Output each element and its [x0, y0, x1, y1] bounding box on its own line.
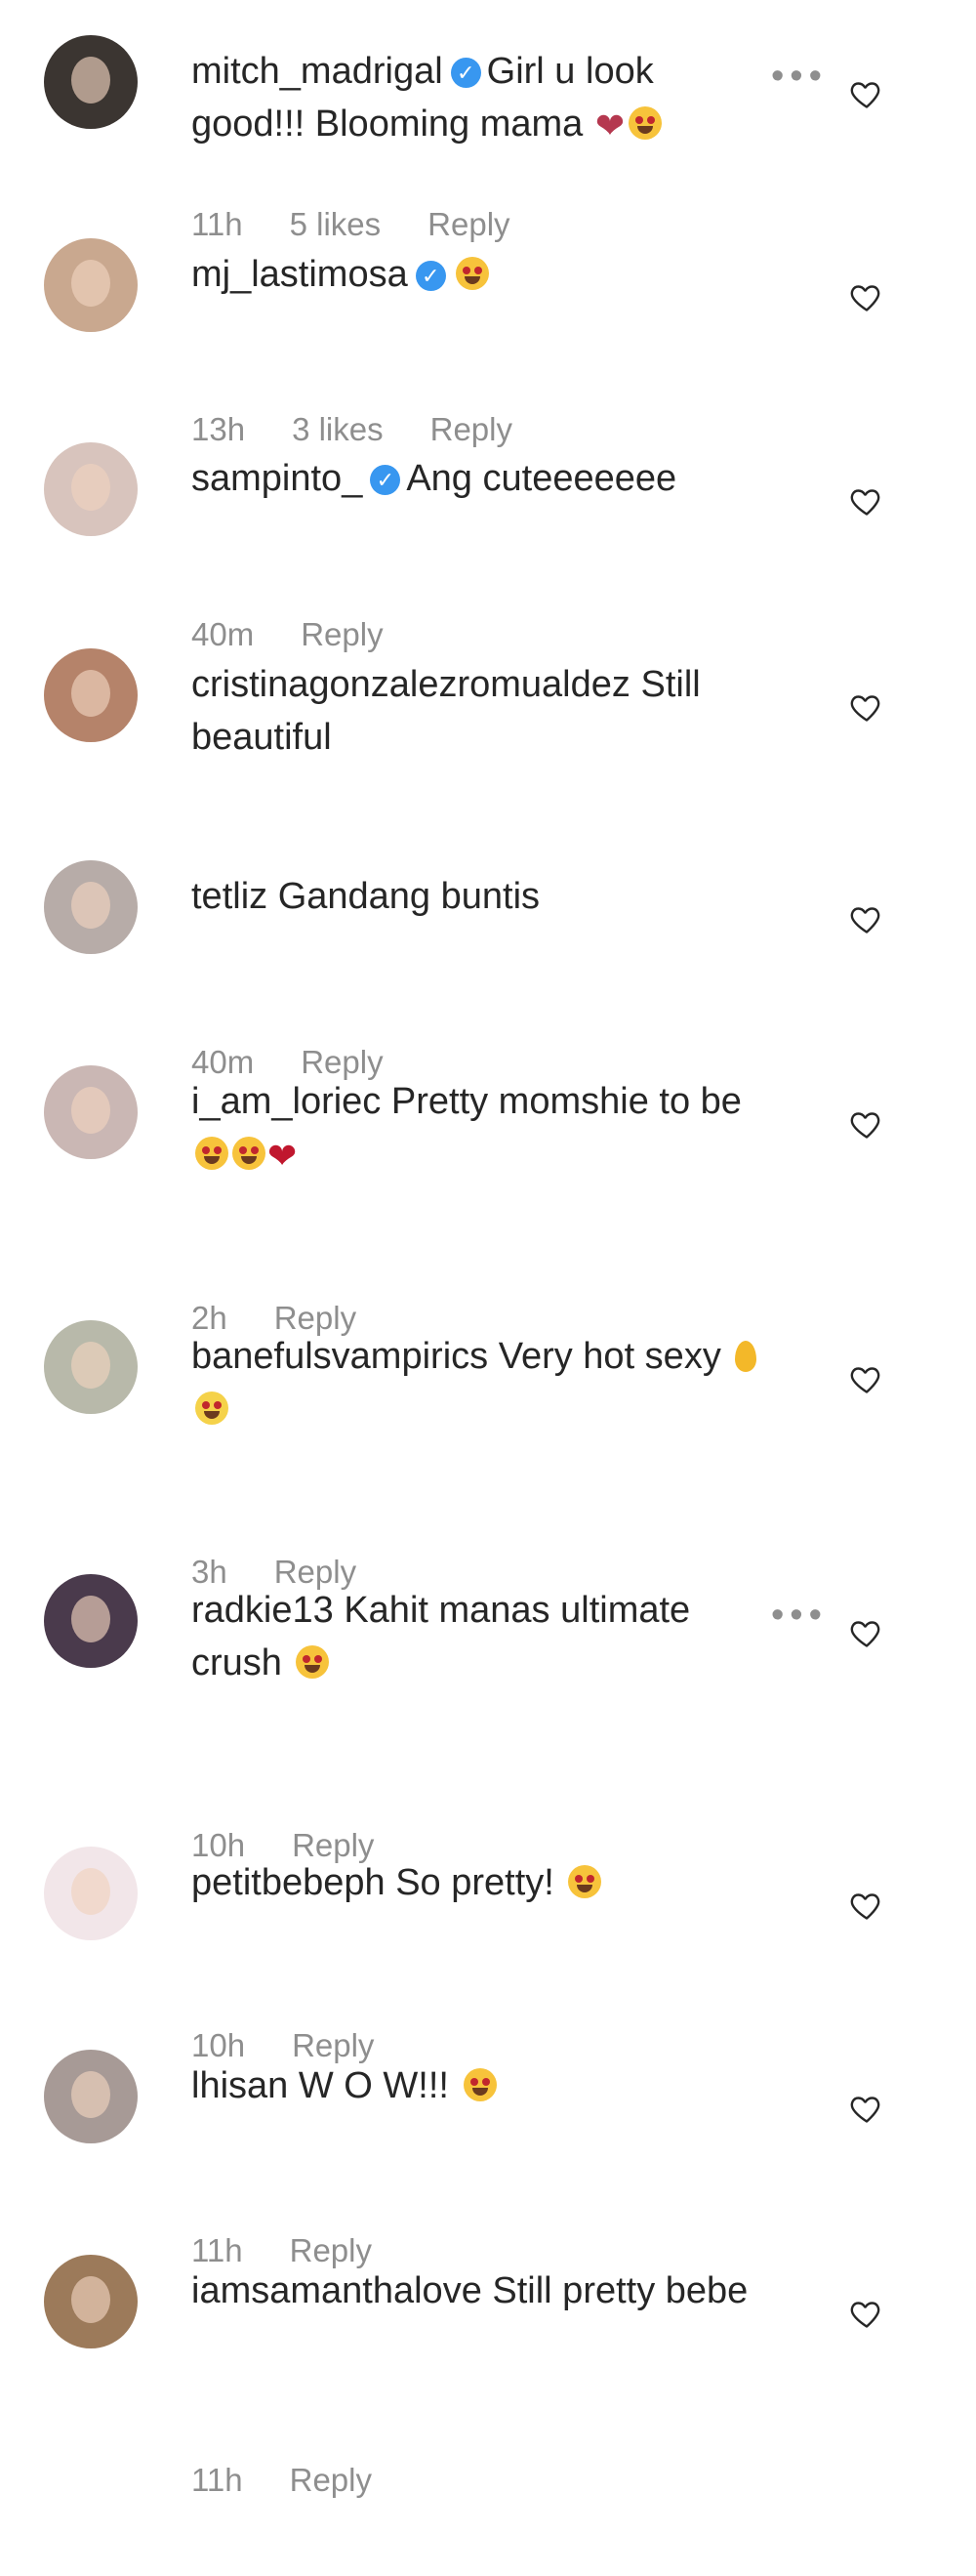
comment-body: iamsamanthalove Still pretty bebe	[191, 2264, 757, 2317]
comment-body: mj_lastimosa ✓	[191, 248, 757, 301]
comment-text: Ang cuteeeeeee	[406, 458, 677, 499]
comment-body: radkie13 Kahit manas ultimate crush	[191, 1584, 757, 1689]
avatar[interactable]	[44, 1847, 138, 1940]
verified-badge-icon: ✓	[370, 465, 401, 495]
comment-time[interactable]: 40m	[191, 616, 254, 652]
username[interactable]: iamsamanthalove	[191, 2270, 482, 2311]
comment-time[interactable]: 11h	[191, 206, 243, 242]
avatar[interactable]	[44, 238, 138, 332]
comment-meta: 11h Reply	[191, 2461, 419, 2500]
comment-time[interactable]: 11h	[191, 2232, 243, 2268]
comment-text: So pretty!	[395, 1862, 554, 1903]
heart-outline-icon[interactable]	[849, 2091, 884, 2126]
username[interactable]: lhisan	[191, 2065, 288, 2106]
reply-button[interactable]: Reply	[430, 411, 512, 447]
comment-text: Pretty momshie to be	[390, 1081, 742, 1122]
avatar[interactable]	[44, 1320, 138, 1414]
username[interactable]: cristinagonzalezromualdez	[191, 664, 630, 705]
heart-outline-icon[interactable]	[849, 1615, 884, 1650]
avatar[interactable]	[44, 648, 138, 742]
verified-badge-icon: ✓	[415, 261, 446, 291]
smiling-face-emoji	[463, 2068, 497, 2101]
username[interactable]: petitbebeph	[191, 1862, 386, 1903]
heart-outline-icon[interactable]	[849, 2296, 884, 2331]
reply-button[interactable]: Reply	[290, 2462, 372, 2498]
heart-outline-icon[interactable]	[849, 76, 884, 111]
comment-time[interactable]: 11h	[191, 2462, 243, 2498]
heart-outline-icon[interactable]	[849, 689, 884, 725]
comment-body: banefulsvampirics Very hot sexy	[191, 1330, 757, 1435]
heart-outline-icon[interactable]	[849, 901, 884, 936]
comment-body: cristinagonzalezromualdez Still beautifu…	[191, 658, 757, 764]
username[interactable]: i_am_loriec	[191, 1081, 381, 1122]
reply-button[interactable]: Reply	[290, 2232, 372, 2268]
avatar[interactable]	[44, 35, 138, 129]
avatar[interactable]	[44, 860, 138, 954]
likes-count[interactable]: 5 likes	[290, 206, 382, 242]
more-options-icon[interactable]: •••	[771, 58, 828, 95]
likes-count[interactable]: 3 likes	[292, 411, 384, 447]
smiling-face-emoji	[568, 1865, 602, 1898]
comment-time[interactable]: 13h	[191, 411, 245, 447]
comment-time[interactable]: 10h	[191, 2027, 245, 2063]
verified-badge-icon: ✓	[450, 58, 481, 88]
heart-outline-icon[interactable]	[849, 1361, 884, 1396]
username[interactable]: radkie13	[191, 1590, 334, 1631]
heart-outline-icon[interactable]	[849, 1888, 884, 1923]
avatar[interactable]	[44, 442, 138, 536]
avatar[interactable]	[44, 1065, 138, 1159]
reply-button[interactable]: Reply	[301, 616, 383, 652]
droplet-emoji	[735, 1341, 757, 1372]
comment-body: i_am_loriec Pretty momshie to be ❤	[191, 1075, 757, 1183]
comment-text: Gandang buntis	[277, 876, 541, 917]
username[interactable]: mj_lastimosa	[191, 254, 408, 295]
heart-outline-icon[interactable]	[849, 483, 884, 519]
username[interactable]: banefulsvampirics	[191, 1336, 488, 1377]
more-options-icon[interactable]: •••	[771, 1597, 828, 1634]
avatar[interactable]	[44, 2050, 138, 2143]
username[interactable]: tetliz	[191, 876, 267, 917]
heart-outline-icon[interactable]	[849, 279, 884, 314]
smiling-face-emoji	[296, 1645, 330, 1679]
comment-body: petitbebeph So pretty!	[191, 1856, 757, 1909]
comment-body: tetliz Gandang buntis	[191, 870, 757, 923]
comment-meta: 11h 5 likes Reply	[191, 205, 557, 244]
avatar[interactable]	[44, 1574, 138, 1668]
comment-body: mitch_madrigal ✓ Girl u look good!!! Bloom…	[191, 45, 757, 152]
reply-button[interactable]: Reply	[427, 206, 509, 242]
username[interactable]: mitch_madrigal	[191, 51, 443, 92]
reply-button[interactable]: Reply	[292, 2027, 374, 2063]
comment-text: Still pretty bebe	[492, 2270, 749, 2311]
smiling-face-emoji	[195, 1137, 228, 1170]
comment-meta: 13h 3 likes Reply	[191, 410, 559, 449]
comment-meta: 40m Reply	[191, 615, 430, 654]
smiling-face-emoji	[455, 257, 489, 290]
comment-text: Very hot sexy	[498, 1336, 721, 1377]
sweat-smile-emoji	[195, 1392, 228, 1425]
broken-heart-emoji: ❤	[594, 105, 626, 145]
username[interactable]: sampinto_	[191, 458, 362, 499]
comment-body: sampinto_ ✓ Ang cuteeeeeee	[191, 452, 757, 505]
heart-outline-icon[interactable]	[849, 1106, 884, 1142]
comment-body: lhisan W O W!!!	[191, 2059, 757, 2112]
smiling-face-emoji	[629, 106, 663, 140]
comment-text: W O W!!!	[298, 2065, 449, 2106]
avatar[interactable]	[44, 2255, 138, 2348]
red-heart-emoji: ❤	[267, 1136, 298, 1176]
smiling-face-emoji	[232, 1137, 265, 1170]
